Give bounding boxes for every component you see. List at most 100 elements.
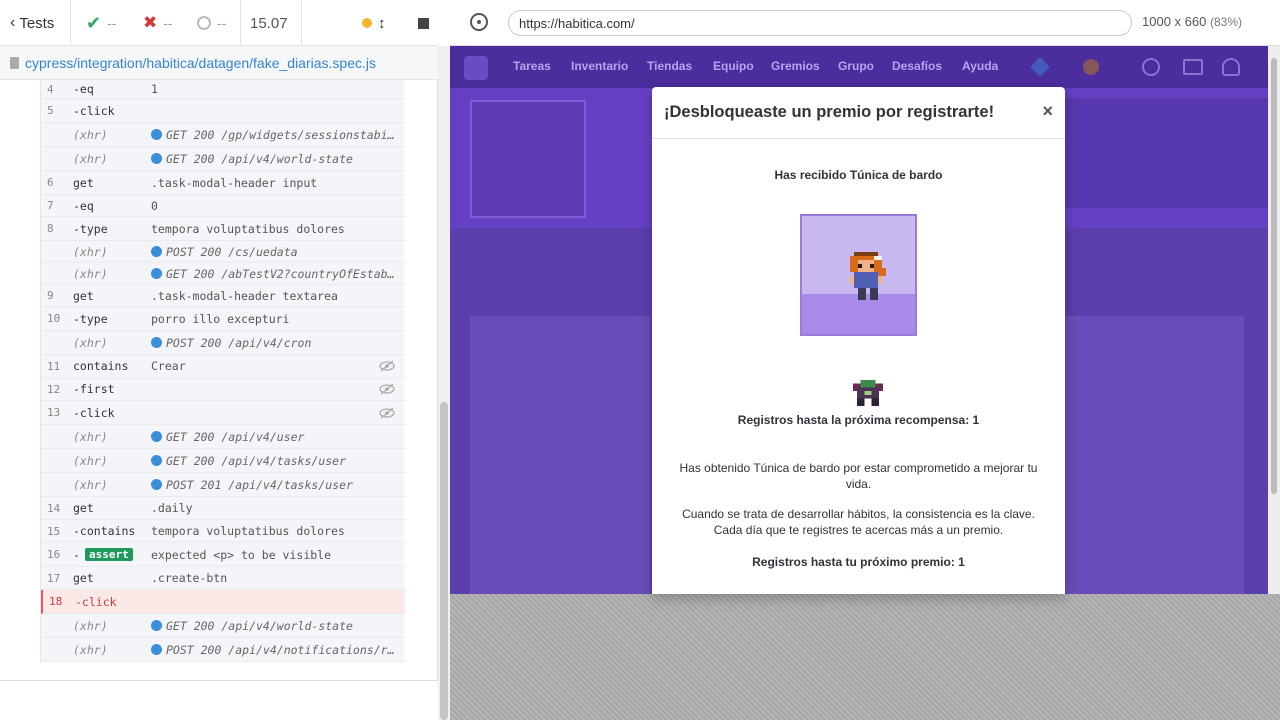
command-row[interactable]: 10 -type porro illo excepturi [41,307,405,331]
command-row[interactable]: 18 -click [41,590,405,614]
xhr-row[interactable]: (xhr) GET 200 /gp/widgets/sessionstabili… [41,123,405,147]
hidden-eye-icon [379,383,395,395]
xhr-status-dot-icon [151,245,162,257]
nav-ayuda[interactable]: Ayuda [962,59,998,73]
command-name: (xhr) [73,266,108,281]
command-number: 16 [47,548,61,561]
command-name: -eq [73,198,94,213]
modal-close-button[interactable]: × [1042,101,1053,122]
command-name: get [73,501,94,515]
runner-footer [0,680,438,720]
command-number: 10 [47,312,61,325]
command-row[interactable]: 6 get .task-modal-header input [41,171,405,195]
command-message: GET 200 /api/v4/world-state [151,152,397,166]
xhr-status-dot-icon [151,430,162,442]
spec-path[interactable]: cypress/integration/habitica/datagen/fak… [25,55,376,71]
command-message: tempora voluptatibus dolores [151,524,345,538]
notifications-icon[interactable] [1183,59,1203,75]
failed-count: ✖ -- [143,13,173,32]
received-text: Has recibido Túnica de bardo [774,168,943,182]
command-number: 6 [47,176,54,189]
command-name: -click [75,594,117,609]
runner-scrollbar-thumb[interactable] [440,402,448,720]
habits-column [470,316,650,594]
xhr-row[interactable]: (xhr) POST 200 /api/v4/cron [41,331,405,355]
command-name: -type [73,311,108,326]
gold-icon [1083,59,1099,75]
modal-title: ¡Desbloqueaste un premio por registrarte… [664,103,995,121]
command-row[interactable]: 4 -eq 1 [41,80,405,99]
runner-toolbar: ‹ Tests ✔ -- ✖ -- -- 15.07 ↕ [0,0,438,46]
user-icon[interactable] [1222,58,1240,76]
nav-gremios[interactable]: Gremios [771,59,820,73]
nav-tiendas[interactable]: Tiendas [647,59,692,73]
xhr-row[interactable]: (xhr) POST 200 /api/v4/notifications/read [41,638,405,662]
command-message: tempora voluptatibus dolores [151,221,345,236]
xhr-row[interactable]: (xhr) GET 200 /api/v4/world-state [41,147,405,171]
command-row[interactable]: 11 contains Crear [41,355,405,378]
command-row[interactable]: 17 get .create-btn [41,567,405,590]
command-name: (xhr) [73,477,108,492]
command-row[interactable]: 12 -first [41,378,405,401]
command-row[interactable]: 14 get .daily [41,497,405,520]
app-scrollbar-thumb[interactable] [1271,58,1277,494]
command-name: -click [73,103,115,118]
runner-scrollbar[interactable] [438,46,450,720]
nav-inventario[interactable]: Inventario [571,59,628,73]
command-name: get [73,175,94,190]
unused-viewport-area [450,594,1280,720]
command-name: (xhr) [73,453,108,468]
command-row[interactable]: 5 -click [41,99,405,123]
nav-equipo[interactable]: Equipo [713,59,754,73]
url-bar[interactable]: https://habitica.com/ [508,10,1132,36]
avatar [470,100,586,218]
autoscroll-toggle[interactable]: ↕ [362,0,386,46]
hidden-eye-icon [379,360,395,372]
command-row[interactable]: 7 -eq 0 [41,195,405,217]
command-message: Crear [151,359,186,373]
command-name: -contains [73,524,136,538]
duration: 15.07 [250,14,288,32]
scroll-arrows-icon: ↕ [378,14,386,32]
xhr-row[interactable]: (xhr) GET 200 /abTestV2?countryOfEstablis… [41,263,405,285]
back-to-tests-button[interactable]: ‹ Tests [10,0,54,46]
command-row[interactable]: 8 -type tempora voluptatibus dolores [41,217,405,241]
xhr-row[interactable]: (xhr) GET 200 /api/v4/user [41,425,405,449]
command-name: (xhr) [73,335,108,350]
assert-badge: assert [85,548,133,561]
xhr-row[interactable]: (xhr) POST 200 /cs/uedata [41,241,405,263]
obtained-text: Has obtenido Túnica de bardo por estar c… [679,461,1038,491]
command-number: 7 [47,199,54,212]
stop-button[interactable] [418,0,429,46]
command-row[interactable]: 13 -click [41,401,405,425]
command-name: get [73,288,94,303]
xhr-row[interactable]: (xhr) GET 200 /api/v4/world-state [41,614,405,638]
pending-circle-icon [197,16,211,30]
xhr-row[interactable]: (xhr) POST 201 /api/v4/tasks/user [41,473,405,497]
nav-tareas[interactable]: Tareas [513,59,551,73]
command-message: POST 200 /cs/uedata [151,245,397,259]
party-panel [1062,98,1268,208]
check-icon: ✔ [86,12,102,33]
xhr-row[interactable]: (xhr) GET 200 /api/v4/tasks/user [41,449,405,473]
command-row[interactable]: 16- assert expected <p> to be visible [41,543,405,567]
command-message: porro illo excepturi [151,311,290,326]
nav-desafios[interactable]: Desafíos [892,59,942,73]
hidden-eye-icon [379,407,395,419]
command-number: 13 [47,406,61,419]
command-message: POST 200 /api/v4/cron [151,336,397,350]
modal-header: ¡Desbloqueaste un premio por registrarte… [652,87,1065,139]
sync-icon[interactable] [1142,58,1160,76]
back-label: Tests [19,14,55,32]
passed-count: ✔ -- [86,12,117,33]
app-scrollbar[interactable] [1268,46,1280,594]
habitica-nav: Tareas Inventario Tiendas Equipo Gremios… [450,46,1268,88]
command-name: (xhr) [73,244,108,259]
command-row[interactable]: 15 -contains tempora voluptatibus dolores [41,520,405,543]
reward-modal: ¡Desbloqueaste un premio por registrarte… [652,87,1065,594]
command-row[interactable]: 9 get .task-modal-header textarea [41,285,405,307]
command-name: (xhr) [73,127,108,142]
command-name: -eq [73,82,94,96]
nav-grupo[interactable]: Grupo [838,59,874,73]
command-message: GET 200 /api/v4/tasks/user [151,454,397,468]
